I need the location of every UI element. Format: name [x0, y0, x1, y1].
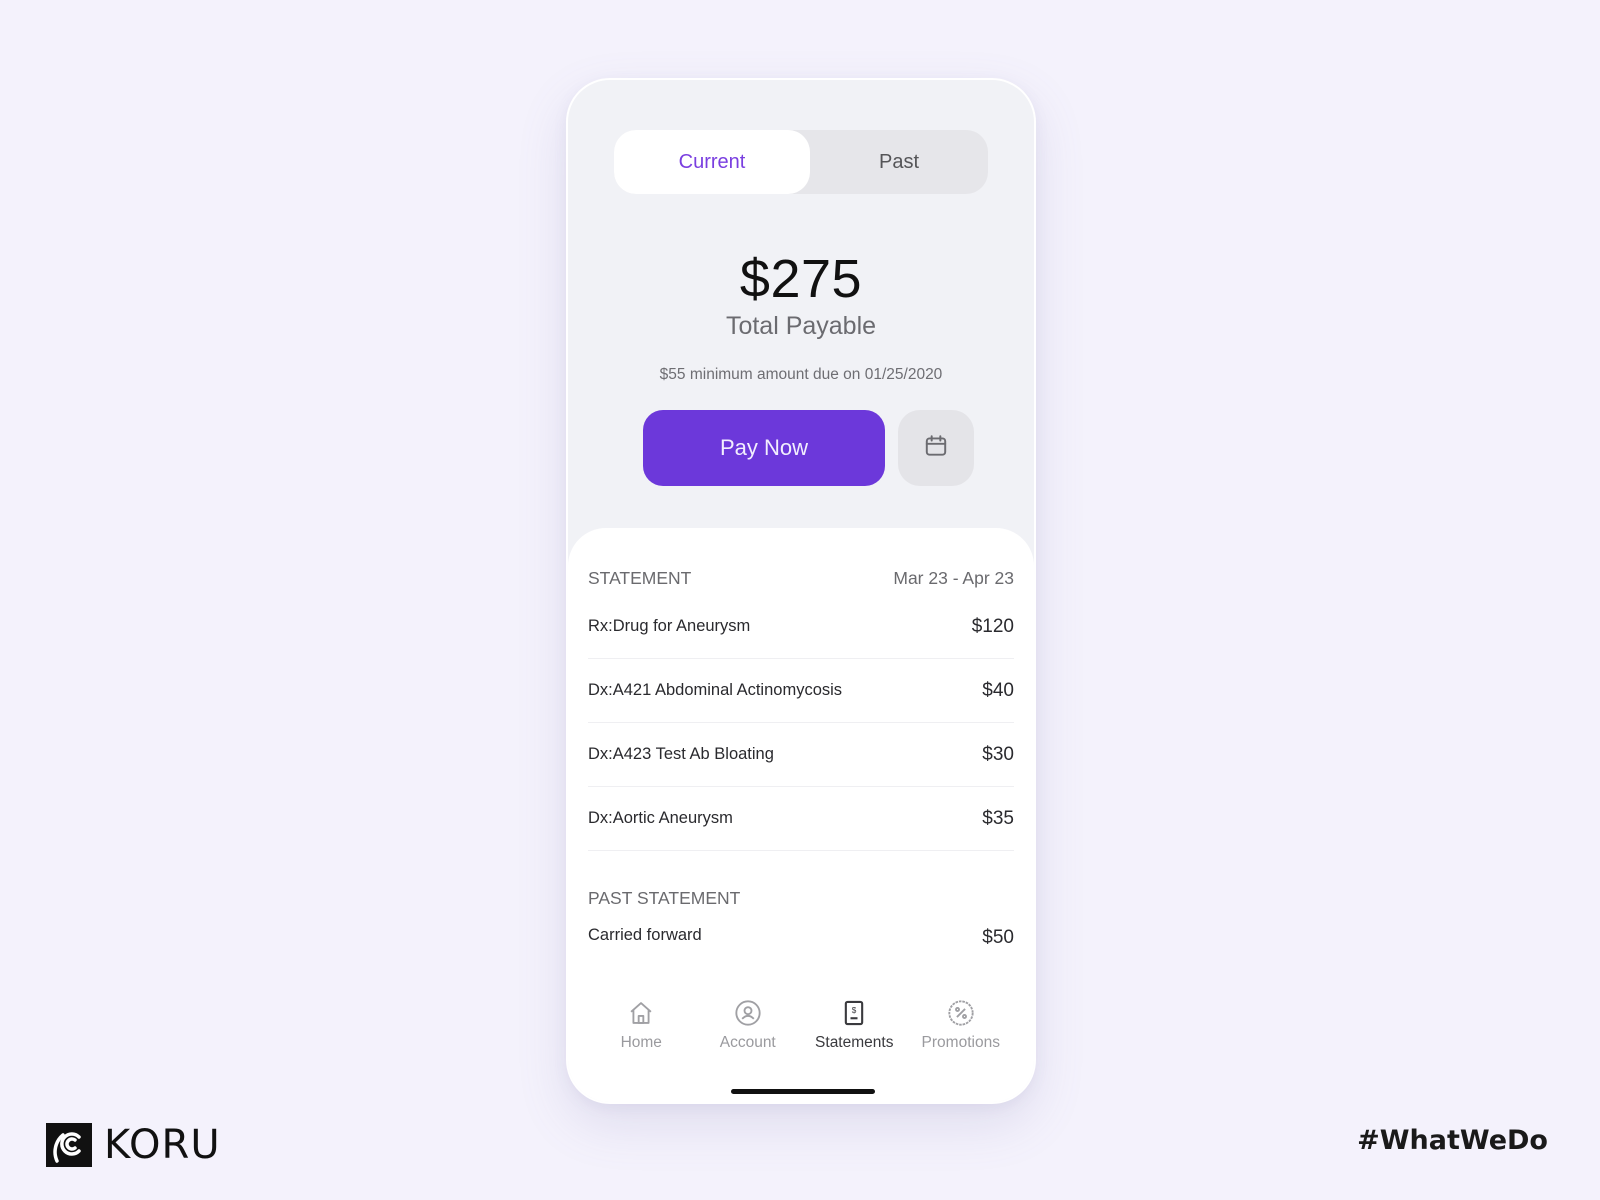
total-amount: $275	[739, 249, 863, 309]
koru-logo-text: KORU	[104, 1122, 221, 1168]
statement-item[interactable]: Dx:Aortic Aneurysm $35	[588, 787, 1014, 851]
item-amount: $35	[982, 807, 1014, 829]
statement-period-toggle: Current Past	[614, 130, 988, 194]
tab-account[interactable]: Account	[695, 998, 802, 1068]
tab-home[interactable]: Home	[588, 998, 695, 1068]
statement-header: STATEMENT Mar 23 - Apr 23	[588, 568, 1014, 589]
item-amount: $40	[982, 679, 1014, 701]
past-statement-header: PAST STATEMENT	[588, 888, 1014, 909]
home-icon	[626, 998, 656, 1028]
account-icon	[733, 998, 763, 1028]
tab-label: Promotions	[921, 1034, 1000, 1051]
statement-item[interactable]: Dx:A421 Abdominal Actinomycosis $40	[588, 659, 1014, 723]
item-label: Rx:Drug for Aneurysm	[588, 617, 751, 635]
item-amount: $30	[982, 743, 1014, 765]
koru-logo-icon	[46, 1123, 92, 1167]
past-statement-item[interactable]: Carried forward $50	[588, 908, 1014, 968]
item-amount: $50	[982, 927, 1014, 948]
bottom-tab-bar: Home Account $ Statements Promotions	[568, 998, 1034, 1068]
tab-label: Account	[719, 1034, 776, 1051]
statement-title: STATEMENT	[588, 568, 692, 588]
tab-promotions[interactable]: Promotions	[908, 998, 1015, 1068]
item-amount: $120	[971, 615, 1014, 637]
promotions-icon	[946, 998, 976, 1028]
koru-logo: KORU	[46, 1122, 221, 1168]
calendar-icon	[923, 433, 949, 464]
schedule-payment-button[interactable]	[898, 410, 974, 486]
tab-past[interactable]: Past	[810, 130, 988, 194]
statement-item[interactable]: Rx:Drug for Aneurysm $120	[588, 595, 1014, 659]
item-label: Dx:A421 Abdominal Actinomycosis	[588, 681, 843, 699]
home-indicator	[731, 1089, 875, 1094]
total-payable-label: Total Payable	[725, 312, 877, 340]
tab-current[interactable]: Current	[614, 130, 810, 194]
statement-item[interactable]: Dx:A423 Test Ab Bloating $30	[588, 723, 1014, 787]
item-label: Carried forward	[588, 925, 702, 944]
minimum-due-text: $55 minimum amount due on 01/25/2020	[659, 366, 943, 383]
tab-label: Statements	[815, 1034, 894, 1051]
tab-statements[interactable]: $ Statements	[801, 998, 908, 1068]
phone-frame: Current Past $275 Total Payable $55 mini…	[566, 78, 1036, 1104]
statement-period: Mar 23 - Apr 23	[893, 568, 1014, 588]
hashtag-text: #WhatWeDo	[1357, 1125, 1548, 1156]
item-label: Dx:A423 Test Ab Bloating	[588, 745, 774, 763]
tab-label: Home	[620, 1034, 662, 1051]
svg-text:$: $	[852, 1006, 857, 1015]
statements-icon: $	[839, 998, 869, 1028]
pay-now-button[interactable]: Pay Now	[643, 410, 885, 486]
past-statement-title: PAST STATEMENT	[588, 888, 741, 908]
item-label: Dx:Aortic Aneurysm	[588, 809, 733, 827]
